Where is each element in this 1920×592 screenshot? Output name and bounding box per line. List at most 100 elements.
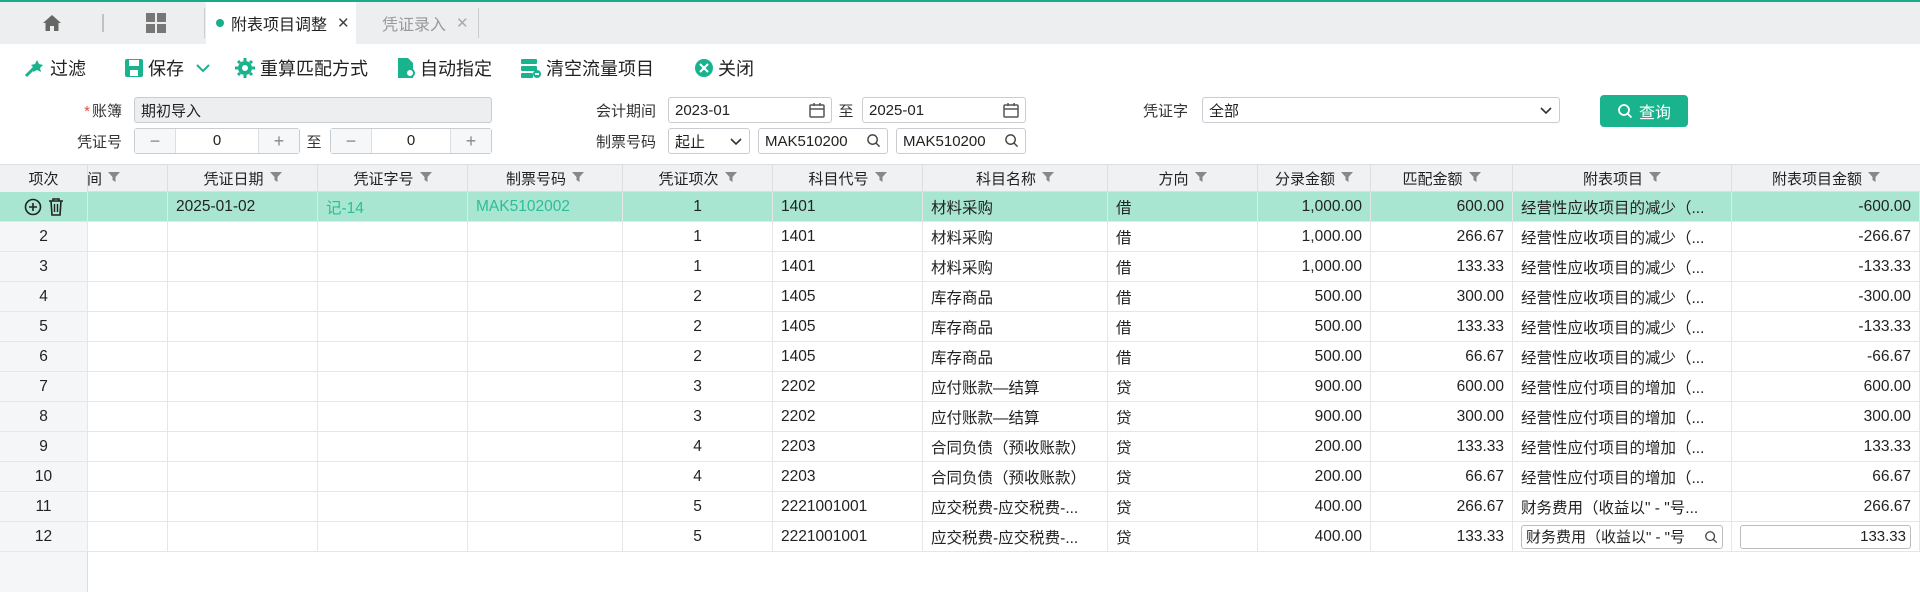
cell-account-name[interactable]: 应付账款—结算 <box>923 402 1108 431</box>
cell-date[interactable] <box>168 312 318 341</box>
cell-schedule-item[interactable]: 财务费用（收益以" - "号 <box>1513 522 1732 551</box>
cell-account-code[interactable]: 1401 <box>773 252 923 281</box>
cell-schedule-amount[interactable]: 133.33 <box>1732 432 1920 461</box>
cell-period[interactable] <box>88 222 168 251</box>
increment-icon[interactable]: + <box>451 129 491 153</box>
cell-schedule-amount[interactable]: -600.00 <box>1732 192 1920 221</box>
cell-direction[interactable]: 贷 <box>1108 462 1258 491</box>
cell-index[interactable]: 12 <box>0 522 88 551</box>
cell-schedule-amount[interactable]: -133.33 <box>1732 252 1920 281</box>
table-row[interactable]: 2 1 1401 材料采购借 1,000.00 266.67 经营性应收项目的减少（... -… <box>0 222 1920 252</box>
decrement-icon[interactable]: − <box>331 129 371 153</box>
cell-period[interactable] <box>88 342 168 371</box>
voucher-no-from-value[interactable]: 0 <box>175 129 259 153</box>
cell-date[interactable] <box>168 372 318 401</box>
auto-assign-button[interactable]: 自动指定 <box>396 55 492 81</box>
cell-schedule-amount[interactable]: 266.67 <box>1732 492 1920 521</box>
cell-voucher-word-no[interactable] <box>318 252 468 281</box>
cell-date[interactable] <box>168 522 318 551</box>
increment-icon[interactable]: + <box>259 129 299 153</box>
cell-period[interactable] <box>88 252 168 281</box>
cell-match-amount[interactable]: 600.00 <box>1371 192 1513 221</box>
cell-account-code[interactable]: 2221001001 <box>773 492 923 521</box>
cell-schedule-item[interactable]: 经营性应收项目的减少（... <box>1513 222 1732 251</box>
cell-account-code[interactable]: 2203 <box>773 432 923 461</box>
cell-account-code[interactable]: 1405 <box>773 312 923 341</box>
save-dropdown-chevron-icon[interactable] <box>196 55 214 81</box>
cell-match-amount[interactable]: 66.67 <box>1371 462 1513 491</box>
cell-direction[interactable]: 贷 <box>1108 522 1258 551</box>
period-from-field[interactable]: 2023-01 <box>668 97 832 123</box>
cell-index[interactable]: 10 <box>0 462 88 491</box>
cell-voucher-word-no[interactable] <box>318 462 468 491</box>
cell-entry-amount[interactable]: 400.00 <box>1258 522 1371 551</box>
cell-voucher-word-no[interactable] <box>318 432 468 461</box>
filter-funnel-icon[interactable] <box>874 170 887 187</box>
cell-period[interactable] <box>88 312 168 341</box>
cell-account-code[interactable]: 2221001001 <box>773 522 923 551</box>
cell-period[interactable] <box>88 432 168 461</box>
cell-date[interactable] <box>168 462 318 491</box>
cell-entry-amount[interactable]: 500.00 <box>1258 312 1371 341</box>
table-row[interactable]: 8 3 2202 应付账款—结算贷 900.00 300.00 经营性应付项目的增加（...… <box>0 402 1920 432</box>
table-row[interactable]: 5 2 1405 库存商品借 500.00 133.33 经营性应收项目的减少（... -13… <box>0 312 1920 342</box>
cell-voucher-word-no[interactable] <box>318 522 468 551</box>
cell-schedule-item[interactable]: 经营性应收项目的减少（... <box>1513 192 1732 221</box>
cell-index[interactable]: 7 <box>0 372 88 401</box>
home-icon[interactable] <box>34 10 70 36</box>
cell-period[interactable] <box>88 462 168 491</box>
cell-direction[interactable]: 借 <box>1108 342 1258 371</box>
cell-voucher-item[interactable]: 2 <box>623 342 773 371</box>
decrement-icon[interactable]: − <box>135 129 175 153</box>
cell-direction[interactable]: 贷 <box>1108 432 1258 461</box>
cell-voucher-item[interactable]: 5 <box>623 522 773 551</box>
cell-voucher-item[interactable]: 4 <box>623 462 773 491</box>
cell-entry-amount[interactable]: 1,000.00 <box>1258 222 1371 251</box>
cell-match-amount[interactable]: 133.33 <box>1371 432 1513 461</box>
cell-voucher-word-no[interactable] <box>318 372 468 401</box>
cell-invoice-no[interactable] <box>468 222 623 251</box>
query-button[interactable]: 查询 <box>1600 95 1688 127</box>
cell-schedule-amount[interactable]: 300.00 <box>1732 402 1920 431</box>
cell-direction[interactable]: 借 <box>1108 282 1258 311</box>
cell-period[interactable] <box>88 522 168 551</box>
recalc-match-button[interactable]: 重算匹配方式 <box>234 55 368 81</box>
cell-direction[interactable]: 借 <box>1108 192 1258 221</box>
cell-date[interactable] <box>168 252 318 281</box>
header-period[interactable]: 期间 <box>88 165 168 192</box>
table-row[interactable]: 4 2 1405 库存商品借 500.00 300.00 经营性应收项目的减少（... -30… <box>0 282 1920 312</box>
period-to-field[interactable]: 2025-01 <box>862 97 1026 123</box>
cell-voucher-item[interactable]: 2 <box>623 312 773 341</box>
cell-index[interactable] <box>0 192 88 221</box>
filter-funnel-icon[interactable] <box>724 170 737 187</box>
voucher-no-from-stepper[interactable]: − 0 + <box>134 128 300 154</box>
cell-date[interactable] <box>168 222 318 251</box>
cell-index[interactable]: 5 <box>0 312 88 341</box>
cell-account-code[interactable]: 2202 <box>773 372 923 401</box>
cell-direction[interactable]: 借 <box>1108 312 1258 341</box>
table-row[interactable]: 11 5 2221001001 应交税费-应交税费-... 贷 400.00 266.67 财… <box>0 492 1920 522</box>
cell-direction[interactable]: 贷 <box>1108 492 1258 521</box>
cell-match-amount[interactable]: 133.33 <box>1371 312 1513 341</box>
cell-account-code[interactable]: 1405 <box>773 342 923 371</box>
voucher-no-to-stepper[interactable]: − 0 + <box>330 128 492 154</box>
cell-match-amount[interactable]: 66.67 <box>1371 342 1513 371</box>
close-button[interactable]: 关闭 <box>694 55 754 81</box>
close-tab-icon[interactable]: ✕ <box>337 14 350 32</box>
cell-entry-amount[interactable]: 500.00 <box>1258 282 1371 311</box>
cell-voucher-word-no[interactable] <box>318 402 468 431</box>
table-row[interactable]: 7 3 2202 应付账款—结算贷 900.00 600.00 经营性应付项目的增加（...… <box>0 372 1920 402</box>
cell-entry-amount[interactable]: 400.00 <box>1258 492 1371 521</box>
cell-account-code[interactable]: 1405 <box>773 282 923 311</box>
cell-voucher-item[interactable]: 4 <box>623 432 773 461</box>
cell-voucher-item[interactable]: 1 <box>623 192 773 221</box>
search-icon[interactable] <box>1704 529 1718 548</box>
cell-schedule-item[interactable]: 经营性应收项目的减少（... <box>1513 342 1732 371</box>
cell-voucher-word-no[interactable] <box>318 342 468 371</box>
cell-direction[interactable]: 借 <box>1108 222 1258 251</box>
cell-match-amount[interactable]: 133.33 <box>1371 252 1513 281</box>
filter-funnel-icon[interactable] <box>1649 170 1661 187</box>
cell-schedule-item[interactable]: 财务费用（收益以" - "号... <box>1513 492 1732 521</box>
cell-index[interactable]: 4 <box>0 282 88 311</box>
cell-invoice-no[interactable] <box>468 522 623 551</box>
